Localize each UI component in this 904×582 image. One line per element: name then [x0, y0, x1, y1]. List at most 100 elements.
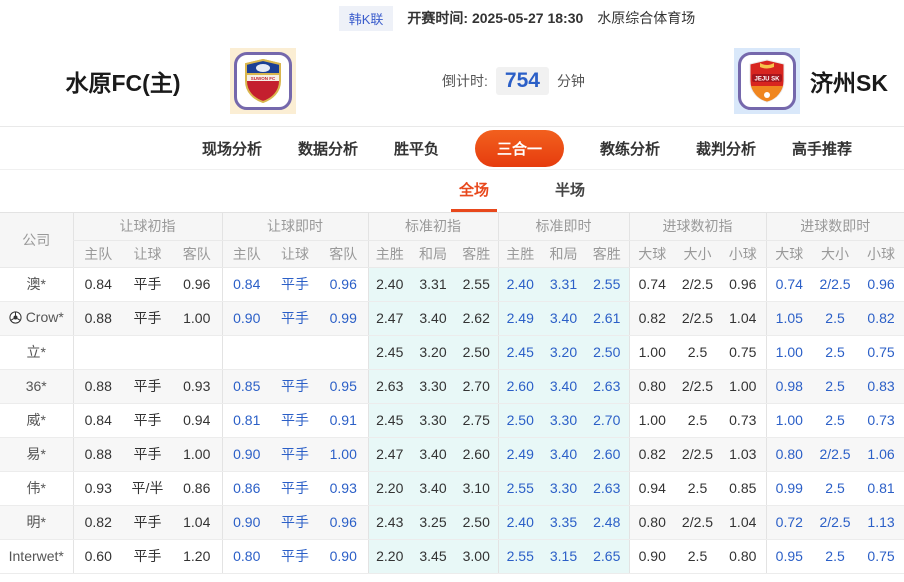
group-header-2: 让球即时	[222, 213, 368, 240]
odds-row-易: 易*0.88平手1.000.90平手1.002.473.402.602.493.…	[0, 437, 904, 471]
subtab-1-active[interactable]: 全场	[451, 179, 497, 212]
odds-cell: 0.85	[222, 369, 271, 403]
odds-cell: 1.20	[172, 539, 222, 573]
odds-cell: 2.45	[368, 335, 411, 369]
odds-cell: 0.80	[222, 539, 271, 573]
odds-cell: 平手	[123, 301, 172, 335]
odds-cell: 0.74	[766, 267, 812, 301]
odds-cell: 1.00	[766, 403, 812, 437]
odds-cell: 2.5	[675, 335, 720, 369]
odds-cell: 平手	[271, 505, 319, 539]
sub-header: 和局	[542, 240, 585, 267]
odds-cell: 2.55	[498, 471, 542, 505]
odds-cell: 3.25	[411, 505, 455, 539]
odds-cell: 1.00	[766, 335, 812, 369]
nav-tab-5[interactable]: 教练分析	[600, 138, 660, 159]
nav-tab-1[interactable]: 现场分析	[202, 138, 262, 159]
company-name: 明*	[27, 514, 46, 530]
odds-cell: 3.45	[411, 539, 455, 573]
odds-cell: 2.50	[455, 335, 498, 369]
company-cell[interactable]: 36*	[0, 369, 73, 403]
company-name: 易*	[27, 446, 46, 462]
odds-cell	[222, 335, 271, 369]
odds-cell: 0.80	[766, 437, 812, 471]
company-name: 澳*	[27, 276, 46, 292]
company-cell[interactable]: 澳*	[0, 267, 73, 301]
league-badge[interactable]: 韩K联	[339, 6, 394, 31]
odds-cell: 0.94	[172, 403, 222, 437]
company-cell[interactable]: 易*	[0, 437, 73, 471]
odds-cell: 平手	[123, 369, 172, 403]
nav-tab-6[interactable]: 裁判分析	[696, 138, 756, 159]
odds-cell: 2.70	[455, 369, 498, 403]
group-header-4: 标准即时	[498, 213, 629, 240]
sub-header: 小球	[720, 240, 766, 267]
odds-cell: 3.20	[411, 335, 455, 369]
countdown-unit: 分钟	[557, 71, 585, 91]
odds-cell: 1.13	[858, 505, 904, 539]
odds-cell: 2.55	[498, 539, 542, 573]
odds-cell: 1.04	[720, 301, 766, 335]
odds-row-Interwet: Interwet*0.60平手1.200.80平手0.902.203.453.0…	[0, 539, 904, 573]
odds-cell: 平手	[271, 403, 319, 437]
sub-header: 主胜	[498, 240, 542, 267]
nav-tab-3[interactable]: 胜平负	[394, 138, 439, 159]
odds-cell: 1.06	[858, 437, 904, 471]
kickoff-label: 开赛时间:	[407, 10, 468, 26]
nav-tab-4-active[interactable]: 三合一	[475, 130, 564, 167]
odds-row-立: 立*2.453.202.502.453.202.501.002.50.751.0…	[0, 335, 904, 369]
sub-header: 主胜	[368, 240, 411, 267]
company-name: Crow*	[26, 309, 64, 325]
odds-cell: 1.00	[629, 403, 675, 437]
kickoff-time: 开赛时间: 2025-05-27 18:30	[407, 8, 583, 28]
odds-cell: 平手	[123, 539, 172, 573]
kickoff-value: 2025-05-27 18:30	[472, 10, 583, 26]
main-nav: 现场分析 数据分析 胜平负 三合一 教练分析 裁判分析 高手推荐	[0, 126, 904, 170]
odds-cell: 0.96	[319, 267, 368, 301]
odds-cell: 2.55	[455, 267, 498, 301]
company-name: 威*	[27, 412, 46, 428]
odds-cell: 0.75	[858, 335, 904, 369]
odds-cell: 3.40	[542, 369, 585, 403]
odds-cell: 3.31	[542, 267, 585, 301]
odds-cell: 0.96	[720, 267, 766, 301]
odds-cell: 0.81	[858, 471, 904, 505]
company-cell[interactable]: Interwet*	[0, 539, 73, 573]
odds-cell	[319, 335, 368, 369]
venue: 水原综合体育场	[597, 8, 695, 28]
company-name: 伟*	[27, 480, 46, 496]
nav-tab-2[interactable]: 数据分析	[298, 138, 358, 159]
odds-cell	[73, 335, 123, 369]
sub-header: 大球	[766, 240, 812, 267]
odds-cell: 3.35	[542, 505, 585, 539]
odds-cell: 2.40	[498, 505, 542, 539]
odds-cell: 3.40	[411, 301, 455, 335]
company-cell[interactable]: 立*	[0, 335, 73, 369]
page: 韩K联 开赛时间: 2025-05-27 18:30 水原综合体育场 水原FC(…	[0, 0, 904, 582]
odds-cell: 1.00	[172, 437, 222, 471]
company-cell[interactable]: 伟*	[0, 471, 73, 505]
odds-cell: 2.50	[585, 335, 629, 369]
sub-header: 小球	[858, 240, 904, 267]
odds-cell: 2.40	[368, 267, 411, 301]
company-cell[interactable]: 明*	[0, 505, 73, 539]
odds-cell: 0.74	[629, 267, 675, 301]
svg-text:SUWON FC: SUWON FC	[251, 76, 276, 81]
sub-header: 客队	[172, 240, 222, 267]
odds-cell: 1.00	[720, 369, 766, 403]
sub-header: 大球	[629, 240, 675, 267]
odds-cell: 0.75	[858, 539, 904, 573]
odds-cell	[271, 335, 319, 369]
match-info-bar: 韩K联 开赛时间: 2025-05-27 18:30 水原综合体育场	[0, 0, 904, 36]
odds-cell: 2.75	[455, 403, 498, 437]
odds-cell: 2/2.5	[675, 437, 720, 471]
group-header-6: 进球数即时	[766, 213, 904, 240]
odds-cell: 0.80	[629, 505, 675, 539]
nav-tab-7[interactable]: 高手推荐	[792, 138, 852, 159]
subtab-2[interactable]: 半场	[547, 179, 593, 212]
odds-cell: 0.90	[319, 539, 368, 573]
company-cell[interactable]: 威*	[0, 403, 73, 437]
company-cell[interactable]: Crow*	[0, 301, 73, 335]
odds-cell: 2.55	[585, 267, 629, 301]
odds-cell: 平手	[271, 539, 319, 573]
